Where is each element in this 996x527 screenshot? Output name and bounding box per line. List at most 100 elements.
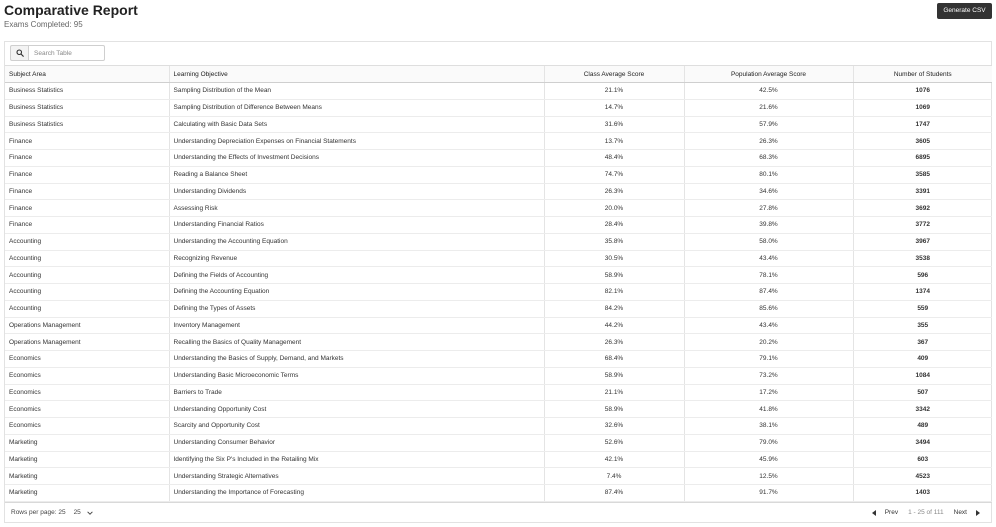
learning-objective-cell: Defining the Fields of Accounting — [168, 266, 544, 284]
caret-right-icon — [976, 509, 980, 516]
subject-area-cell: Economics — [5, 384, 169, 402]
number-of-students-cell: 367 — [852, 333, 992, 351]
population-average-cell: 26.3% — [683, 132, 853, 150]
rows-per-page-select[interactable]: 25 — [74, 509, 93, 516]
table-row: Business Statistics Sampling Distribution… — [5, 99, 992, 117]
number-of-students-cell: 355 — [852, 317, 992, 335]
subject-area-cell: Marketing — [5, 434, 169, 452]
learning-objective-cell: Defining the Accounting Equation — [168, 283, 544, 301]
learning-objective-cell: Inventory Management — [168, 317, 544, 335]
number-of-students-cell: 3538 — [852, 250, 992, 268]
column-header-population-average[interactable]: Population Average Score — [683, 65, 853, 83]
table-row: Finance Understanding Depreciation Expens… — [5, 132, 992, 150]
rows-per-page: Rows per page: 25 25 — [11, 509, 93, 516]
class-average-cell: 58.9% — [543, 367, 684, 385]
subject-area-cell: Economics — [5, 417, 169, 435]
subject-area-cell: Economics — [5, 350, 169, 368]
learning-objective-cell: Recalling the Basics of Quality Manageme… — [168, 333, 544, 351]
subject-area-cell: Economics — [5, 400, 169, 418]
learning-objective-cell: Understanding Opportunity Cost — [168, 400, 544, 418]
population-average-cell: 91.7% — [683, 484, 853, 502]
class-average-cell: 68.4% — [543, 350, 684, 368]
search-button[interactable] — [10, 45, 28, 61]
number-of-students-cell: 3342 — [852, 400, 992, 418]
population-average-cell: 27.8% — [683, 199, 853, 217]
class-average-cell: 58.9% — [543, 266, 684, 284]
population-average-cell: 80.1% — [683, 166, 853, 184]
comparative-report-table: Subject Area Learning Objective Class Av… — [5, 65, 992, 502]
subject-area-cell: Accounting — [5, 250, 169, 268]
subject-area-cell: Finance — [5, 149, 169, 167]
table-row: Accounting Defining the Types of Assets 84… — [5, 300, 992, 318]
class-average-cell: 14.7% — [543, 99, 684, 117]
table-row: Marketing Understanding Consumer Behavior… — [5, 434, 992, 452]
next-page-button[interactable]: Next — [954, 509, 980, 516]
number-of-students-cell: 6895 — [852, 149, 992, 167]
column-header-learning-objective[interactable]: Learning Objective — [168, 65, 544, 83]
learning-objective-cell: Recognizing Revenue — [168, 250, 544, 268]
number-of-students-cell: 1069 — [852, 99, 992, 117]
class-average-cell: 84.2% — [543, 300, 684, 318]
class-average-cell: 26.3% — [543, 333, 684, 351]
learning-objective-cell: Sampling Distribution of Difference Betw… — [168, 99, 544, 117]
population-average-cell: 34.6% — [683, 183, 853, 201]
table-body: Business Statistics Sampling Distribution… — [5, 82, 992, 502]
pagination: Prev 1 - 25 of 111 Next — [871, 509, 980, 516]
table-row: Marketing Identifying the Six P's Include… — [5, 451, 992, 469]
class-average-cell: 82.1% — [543, 283, 684, 301]
table-row: Accounting Recognizing Revenue 30.5% 43.4% 3… — [5, 250, 992, 268]
number-of-students-cell: 596 — [852, 266, 992, 284]
rows-per-page-label: Rows per page: 25 — [11, 509, 66, 516]
number-of-students-cell: 3391 — [852, 183, 992, 201]
learning-objective-cell: Understanding the Accounting Equation — [168, 233, 544, 251]
number-of-students-cell: 3772 — [852, 216, 992, 234]
subject-area-cell: Accounting — [5, 283, 169, 301]
number-of-students-cell: 559 — [852, 300, 992, 318]
learning-objective-cell: Understanding Basic Microeconomic Terms — [168, 367, 544, 385]
population-average-cell: 42.5% — [683, 82, 853, 100]
class-average-cell: 48.4% — [543, 149, 684, 167]
class-average-cell: 35.8% — [543, 233, 684, 251]
subject-area-cell: Finance — [5, 183, 169, 201]
population-average-cell: 79.0% — [683, 434, 853, 452]
rows-per-page-value: 25 — [73, 509, 81, 516]
learning-objective-cell: Sampling Distribution of the Mean — [168, 82, 544, 100]
population-average-cell: 21.6% — [683, 99, 853, 117]
generate-csv-button[interactable]: Generate CSV — [937, 3, 992, 19]
subject-area-cell: Business Statistics — [5, 99, 169, 117]
table-row: Business Statistics Calculating with Basi… — [5, 116, 992, 134]
number-of-students-cell: 1403 — [852, 484, 992, 502]
population-average-cell: 87.4% — [683, 283, 853, 301]
prev-page-button[interactable]: Prev — [871, 509, 898, 516]
column-header-number-of-students[interactable]: Number of Students — [852, 65, 992, 83]
class-average-cell: 58.9% — [543, 400, 684, 418]
class-average-cell: 44.2% — [543, 317, 684, 335]
population-average-cell: 17.2% — [683, 384, 853, 402]
learning-objective-cell: Assessing Risk — [168, 199, 544, 217]
class-average-cell: 31.6% — [543, 116, 684, 134]
report-table-panel: Subject Area Learning Objective Class Av… — [4, 41, 992, 523]
column-header-subject-area[interactable]: Subject Area — [5, 65, 169, 83]
class-average-cell: 74.7% — [543, 166, 684, 184]
class-average-cell: 26.3% — [543, 183, 684, 201]
class-average-cell: 13.7% — [543, 132, 684, 150]
search-icon — [15, 49, 24, 57]
population-average-cell: 20.2% — [683, 333, 853, 351]
class-average-cell: 28.4% — [543, 216, 684, 234]
column-header-class-average[interactable]: Class Average Score — [543, 65, 684, 83]
population-average-cell: 79.1% — [683, 350, 853, 368]
table-row: Economics Understanding Opportunity Cost 5… — [5, 400, 992, 418]
table-row: Economics Understanding Basic Microeconom… — [5, 367, 992, 385]
report-header: Comparative Report Exams Completed: 95 — [4, 2, 138, 30]
exams-completed-text: Exams Completed: 95 — [4, 20, 83, 29]
population-average-cell: 57.9% — [683, 116, 853, 134]
search-input[interactable] — [28, 45, 105, 61]
next-label: Next — [953, 509, 967, 516]
subject-area-cell: Marketing — [5, 484, 169, 502]
subject-area-cell: Business Statistics — [5, 82, 169, 100]
learning-objective-cell: Defining the Types of Assets — [168, 300, 544, 318]
number-of-students-cell: 4523 — [852, 467, 992, 485]
population-average-cell: 38.1% — [683, 417, 853, 435]
table-row: Business Statistics Sampling Distribution… — [5, 82, 992, 100]
learning-objective-cell: Understanding the Basics of Supply, Dema… — [168, 350, 544, 368]
